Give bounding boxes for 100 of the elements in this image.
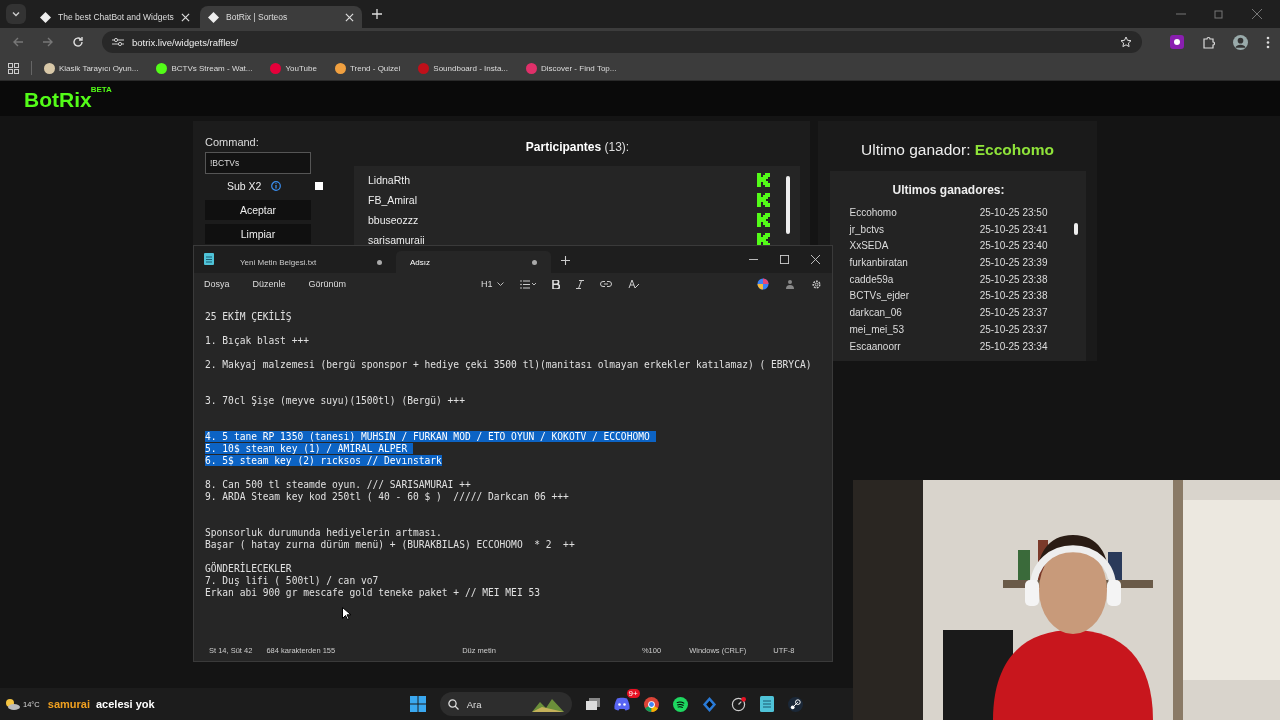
list-icon[interactable]	[519, 279, 536, 289]
tab-title: Yeni Metin Belgesi.txt	[240, 257, 317, 267]
notepad-icon[interactable]	[759, 696, 774, 712]
bookmark[interactable]: YouTube	[270, 62, 317, 74]
bookmark[interactable]: Klasik Tarayıcı Oyun...	[44, 62, 139, 74]
heading-dropdown[interactable]: H1	[481, 279, 504, 289]
star-icon[interactable]	[1120, 36, 1132, 48]
bookmark[interactable]: BCTVs Stream - Wat...	[156, 62, 253, 74]
participant-name: FB_Amiral	[368, 194, 417, 206]
winner-time: 25-10-25 23:37	[979, 307, 1048, 321]
text-line: Sponsorluk durumunda hediyelerin artması.	[205, 527, 442, 538]
spotify-icon[interactable]	[672, 696, 688, 712]
search-icon	[447, 698, 459, 710]
document-tab[interactable]: Yeni Metin Belgesi.txt	[226, 251, 396, 273]
tab-search-button[interactable]	[6, 4, 26, 24]
bookmark[interactable]: Discover - Find Top...	[526, 62, 617, 74]
text-line: 25 EKİM ÇEKİLİŞ	[205, 311, 292, 322]
last-winner: Ultimo ganador: Eccohomo	[861, 141, 1054, 159]
restore-icon[interactable]	[1214, 9, 1224, 19]
overlay-username: samurai	[47, 698, 90, 710]
mouse-cursor-icon	[342, 607, 351, 620]
browser-tab[interactable]: The best ChatBot and Widgets	[32, 6, 194, 28]
apps-icon[interactable]	[8, 62, 19, 74]
sub-checkbox[interactable]	[315, 182, 324, 190]
cube-icon[interactable]	[701, 696, 717, 712]
text-line: 1. Bıçak blast +++	[205, 335, 309, 346]
italic-icon[interactable]	[575, 279, 584, 289]
browser-tab[interactable]: BotRix | Sorteos	[200, 6, 362, 28]
start-icon[interactable]	[409, 696, 426, 712]
menu-item[interactable]: Dosya	[204, 279, 230, 289]
puzzle-icon[interactable]	[1202, 35, 1215, 49]
task-view-icon[interactable]	[585, 698, 600, 710]
address-bar[interactable]: botrix.live/widgets/raffles/	[102, 31, 1142, 53]
copilot-icon[interactable]	[757, 278, 769, 290]
caret-icon	[496, 281, 504, 287]
back-icon[interactable]	[12, 36, 24, 48]
text-line: 9. ARDA Steam key kod 250tl ( 40 - 60 $ ) ///// Darkcan 06 +++	[205, 491, 569, 502]
forward-icon[interactable]	[42, 36, 54, 48]
text-line: 7. Duş lifi ( 500tl) / can vo7	[205, 575, 379, 586]
kick-icon	[757, 193, 770, 207]
maximize-icon[interactable]	[780, 255, 789, 264]
bookmark[interactable]: Trend - Quizei	[334, 62, 401, 74]
participant-name: bbuseozzz	[368, 214, 419, 226]
clear-button[interactable]: Limpiar	[205, 224, 311, 244]
scrollbar[interactable]	[1073, 223, 1078, 235]
winner-time: 25-10-25 23:34	[979, 340, 1048, 354]
menu-item[interactable]: Düzenle	[252, 279, 286, 289]
extension-icon[interactable]	[1170, 35, 1184, 49]
site-settings-icon[interactable]	[112, 37, 124, 47]
document-tab[interactable]: Adsız	[396, 251, 551, 273]
winner-time: 25-10-25 23:37	[979, 323, 1048, 337]
winner-time: 25-10-25 23:38	[979, 273, 1048, 287]
bookmark[interactable]: Soundboard - Insta...	[418, 62, 509, 74]
winner-time: 25-10-25 23:38	[979, 290, 1048, 304]
winner-name: Escaanoorr	[849, 340, 901, 354]
winner-time: 25-10-25 23:41	[979, 223, 1048, 237]
tab-title: BotRix | Sorteos	[226, 12, 289, 22]
discord-icon[interactable]	[613, 697, 630, 711]
avatar-icon[interactable]	[1233, 34, 1248, 50]
more-icon[interactable]	[1266, 35, 1270, 49]
settings-icon[interactable]	[811, 278, 822, 290]
bookmark-icon	[418, 62, 430, 74]
accept-button[interactable]: Aceptar	[205, 200, 311, 220]
winner-name: Eccohomo	[849, 207, 897, 220]
text-line: GÖNDERİLECEKLER	[205, 563, 292, 574]
notification-badge: 9+	[626, 689, 640, 698]
participants-title: Participantes (13):	[525, 140, 630, 154]
plus-icon[interactable]	[561, 256, 570, 265]
bold-icon[interactable]	[551, 279, 560, 289]
info-icon[interactable]	[271, 181, 282, 191]
participant-name: sarisamuraii	[368, 234, 425, 246]
command-label: Command:	[205, 136, 260, 148]
steam-icon[interactable]	[787, 696, 803, 712]
gauge-icon[interactable]	[730, 696, 746, 712]
close-icon[interactable]	[811, 255, 820, 264]
winner-name: darkcan_06	[849, 307, 902, 321]
tab-title: The best ChatBot and Widgets	[58, 12, 174, 22]
menu-item[interactable]: Görünüm	[308, 279, 347, 289]
winner-name: XxSEDA	[849, 240, 889, 254]
winner-name: jr_bctvs	[849, 223, 884, 237]
winner-time: 25-10-25 23:39	[979, 257, 1048, 271]
tab-title: Adsız	[410, 257, 430, 267]
diamond-icon	[208, 11, 219, 23]
command-field[interactable]: !BCTVs	[205, 152, 311, 174]
bookmark-icon	[270, 62, 282, 74]
search-field[interactable]: Ara	[439, 692, 572, 716]
clear-format-icon[interactable]	[627, 279, 639, 289]
sub-label: Sub X2	[227, 180, 262, 192]
scrollbar[interactable]	[786, 176, 790, 234]
text-line: 8. Can 500 tl steamde oyun. /// SARISAMURAI ++	[205, 479, 471, 490]
link-icon[interactable]	[599, 280, 612, 288]
plus-icon[interactable]	[372, 9, 382, 19]
text-line: 2. Makyaj malzemesi (bergü sponspor + hediye çeki 3500 tl)(manitası olmayan erkekler katılamaz) ( EBRYCA)	[205, 359, 812, 370]
reload-icon[interactable]	[72, 36, 84, 48]
diamond-icon	[40, 11, 51, 23]
winner-time: 25-10-25 23:50	[979, 207, 1048, 220]
botrix-logo[interactable]: BotRix	[24, 88, 92, 112]
chrome-icon[interactable]	[643, 696, 659, 712]
account-icon[interactable]	[785, 279, 795, 289]
winners-title: Ultimos ganadores:	[891, 183, 1006, 197]
